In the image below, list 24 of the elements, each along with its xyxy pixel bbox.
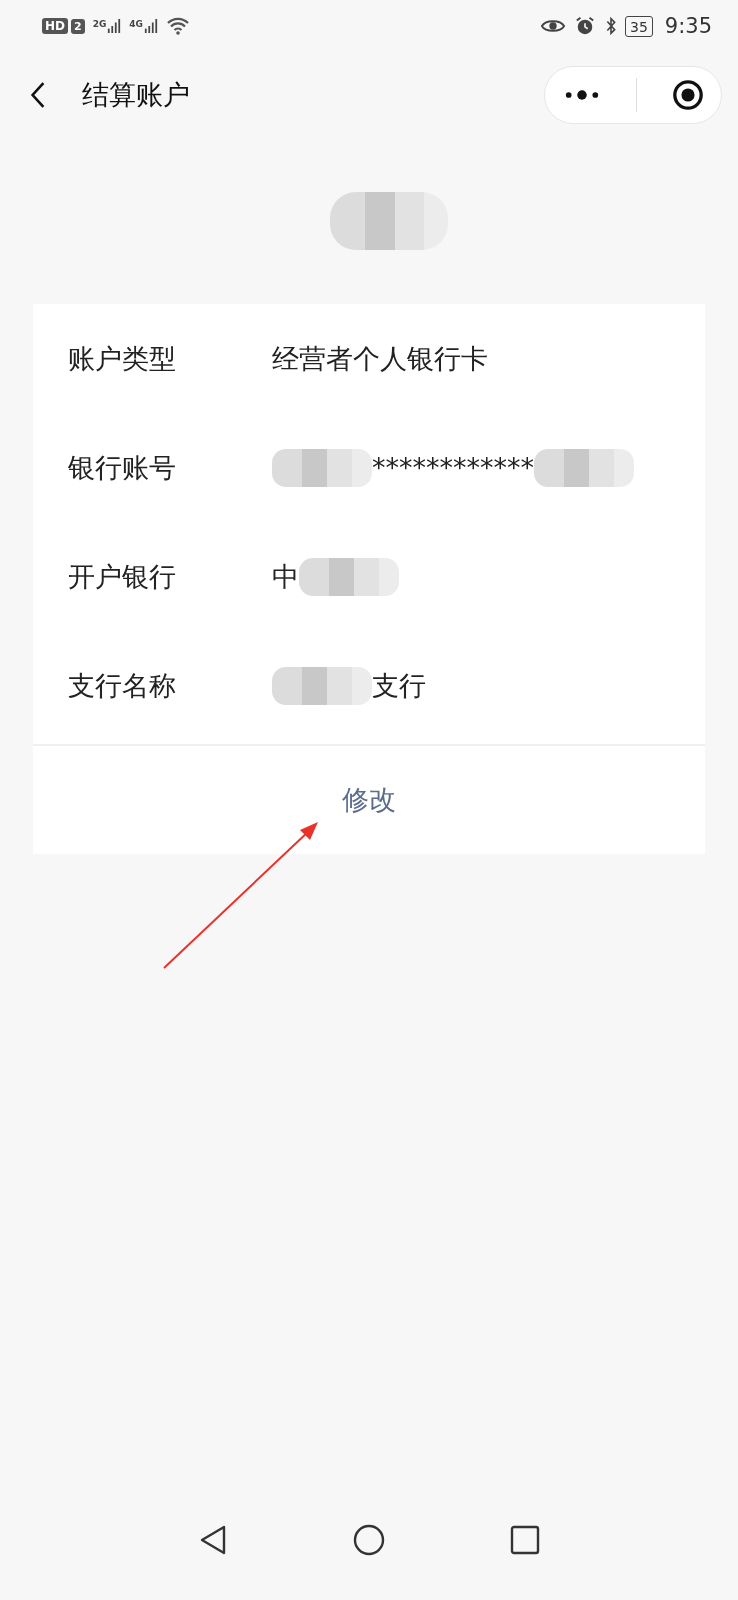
close-icon[interactable] [671, 79, 704, 111]
signal-icon [144, 19, 158, 33]
battery-icon: 35 [625, 15, 653, 37]
bluetooth-icon [605, 16, 617, 36]
field-label: 开户银行 [68, 559, 177, 594]
signal-icon [107, 19, 122, 33]
hd-badge: HD [42, 18, 68, 34]
field-label: 账户类型 [68, 341, 177, 376]
wifi-icon [166, 17, 190, 35]
home-nav-icon[interactable] [353, 1524, 385, 1556]
field-value: 经营者个人银行卡 [272, 341, 488, 376]
field-value: 中 [272, 559, 299, 594]
field-value: 支行 [372, 668, 426, 703]
clock-time: 9:35 [664, 14, 712, 38]
network-type: 4G [129, 19, 143, 29]
back-icon[interactable] [30, 81, 46, 109]
recents-nav-icon[interactable] [509, 1524, 541, 1556]
field-label: 银行账号 [68, 450, 177, 485]
field-value: ************ [372, 452, 534, 483]
field-label: 支行名称 [68, 668, 177, 703]
edit-button[interactable]: 修改 [334, 778, 404, 822]
sim-badge: 2 [71, 18, 85, 34]
network-type: 2G [92, 19, 107, 29]
page-title: 结算账户 [82, 78, 191, 112]
